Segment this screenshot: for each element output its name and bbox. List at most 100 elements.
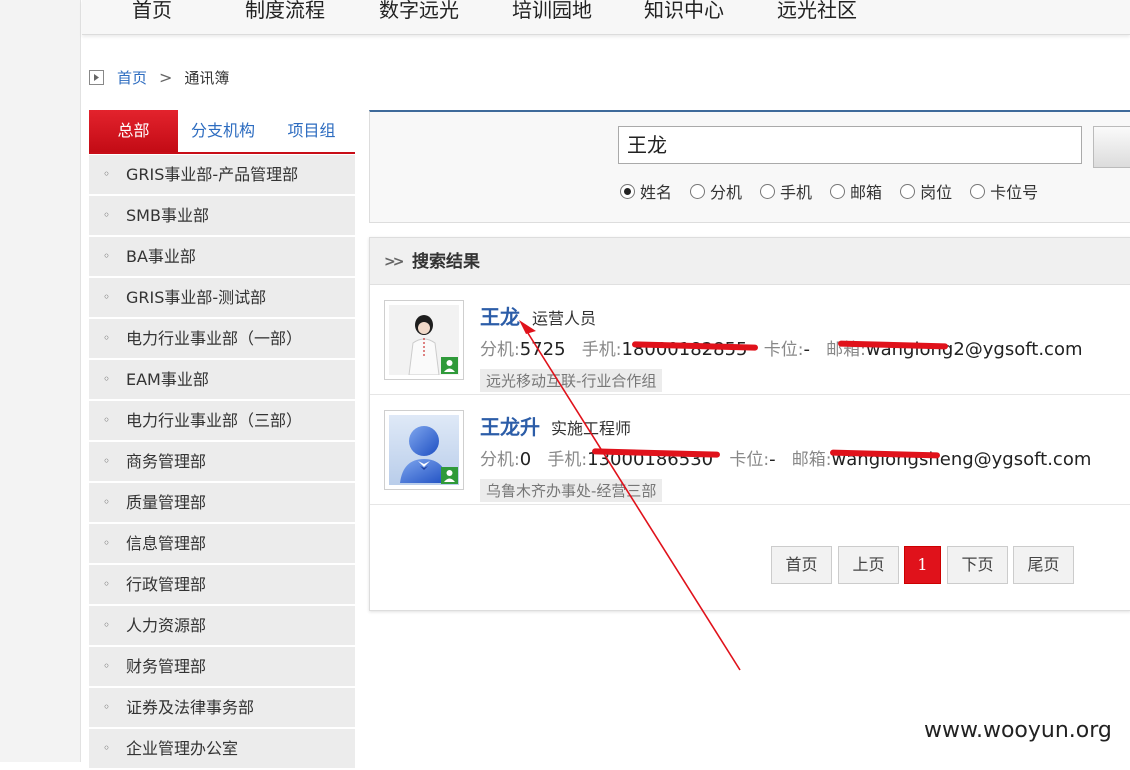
department-label: 证券及法律事务部 [126, 698, 255, 717]
breadcrumb: 首页 > 通讯簿 [89, 66, 229, 88]
double-chevron-icon: >> [384, 254, 405, 270]
bullet-icon: ◦ [103, 536, 111, 550]
ext-label: 分机: [480, 450, 520, 470]
result-row: 王龙 运营人员 分机:5725 手机:18000182855 卡位:- 邮箱:w… [370, 285, 1130, 395]
nav-item-home[interactable]: 首页 [132, 0, 172, 23]
pager-last-button[interactable]: 尾页 [1013, 546, 1074, 584]
department-label: 人力资源部 [126, 616, 207, 635]
person-role: 实施工程师 [551, 419, 632, 438]
department-label: 财务管理部 [126, 657, 207, 676]
radio-label: 邮箱 [850, 183, 883, 202]
department-label: 电力行业事业部（三部） [126, 411, 303, 430]
department-label: EAM事业部 [126, 370, 209, 389]
list-item[interactable]: ◦ 电力行业事业部（一部） [89, 319, 355, 360]
radio-label: 姓名 [640, 183, 673, 202]
radio-extension[interactable]: 分机 [690, 179, 742, 203]
person-contact: 分机:0 手机:13000186530 卡位:- 邮箱:wanglongshen… [480, 445, 1091, 470]
bullet-icon: ◦ [103, 290, 111, 304]
bullet-icon: ◦ [103, 577, 111, 591]
result-row: 王龙升 实施工程师 分机:0 手机:13000186530 卡位:- 邮箱:wa… [370, 395, 1130, 505]
person-role: 运营人员 [532, 309, 597, 328]
person-name-link[interactable]: 王龙升 [480, 411, 540, 440]
list-item[interactable]: ◦ SMB事业部 [89, 196, 355, 237]
search-button[interactable] [1093, 126, 1130, 168]
bullet-icon: ◦ [103, 413, 111, 427]
bullet-icon: ◦ [103, 208, 111, 222]
department-tabs: 总部 分支机构 项目组 [89, 110, 355, 154]
search-input[interactable]: 王龙 [618, 126, 1082, 164]
bullet-icon: ◦ [103, 659, 111, 673]
person-name-link[interactable]: 王龙 [480, 301, 520, 330]
list-item[interactable]: ◦ GRIS事业部-产品管理部 [89, 155, 355, 196]
watermark: www.wooyun.org [924, 718, 1112, 743]
seat-value: - [769, 449, 776, 470]
radio-seat[interactable]: 卡位号 [970, 179, 1038, 203]
radio-icon [970, 183, 986, 199]
radio-mobile[interactable]: 手机 [760, 179, 812, 203]
department-label: BA事业部 [126, 247, 196, 266]
breadcrumb-current: 通讯簿 [184, 68, 230, 87]
ext-label: 分机: [480, 340, 520, 360]
radio-label: 分机 [710, 183, 743, 202]
tab-headquarters[interactable]: 总部 [89, 110, 178, 152]
list-item[interactable]: ◦ 质量管理部 [89, 483, 355, 524]
search-field-options: 姓名 分机 手机 邮箱 岗位 卡位号 [620, 179, 1056, 203]
list-item[interactable]: ◦ 信息管理部 [89, 524, 355, 565]
seat-value: - [803, 339, 810, 360]
list-item[interactable]: ◦ 商务管理部 [89, 442, 355, 483]
list-item[interactable]: ◦ 财务管理部 [89, 647, 355, 688]
person-org-tag: 远光移动互联-行业合作组 [480, 369, 663, 392]
list-item[interactable]: ◦ 电力行业事业部（三部） [89, 401, 355, 442]
nav-item-community[interactable]: 远光社区 [777, 0, 857, 23]
department-label: 电力行业事业部（一部） [126, 329, 303, 348]
list-item[interactable]: ◦ 证券及法律事务部 [89, 688, 355, 729]
breadcrumb-home-link[interactable]: 首页 [117, 67, 147, 88]
radio-checked-icon [620, 183, 635, 199]
list-item[interactable]: ◦ 行政管理部 [89, 565, 355, 606]
department-label: GRIS事业部-产品管理部 [126, 165, 299, 184]
play-icon [89, 69, 104, 85]
radio-icon [690, 183, 706, 199]
results-title: 搜索结果 [412, 252, 480, 272]
department-label: SMB事业部 [126, 206, 209, 225]
list-item[interactable]: ◦ EAM事业部 [89, 360, 355, 401]
pager-next-button[interactable]: 下页 [947, 546, 1008, 584]
nav-item-digital[interactable]: 数字远光 [379, 0, 459, 23]
list-item[interactable]: ◦ 人力资源部 [89, 606, 355, 647]
radio-position[interactable]: 岗位 [900, 179, 952, 203]
list-item[interactable]: ◦ BA事业部 [89, 237, 355, 278]
female-photo-icon[interactable] [384, 300, 464, 380]
radio-icon [830, 183, 846, 199]
bullet-icon: ◦ [103, 249, 111, 263]
radio-label: 手机 [780, 183, 813, 202]
nav-item-training[interactable]: 培训园地 [512, 0, 592, 23]
ext-value: 5725 [519, 339, 566, 360]
pager-prev-button[interactable]: 上页 [838, 546, 899, 584]
bullet-icon: ◦ [103, 700, 111, 714]
bullet-icon: ◦ [103, 331, 111, 345]
department-label: 质量管理部 [126, 493, 207, 512]
default-user-icon[interactable] [384, 410, 464, 490]
pager-current-page[interactable]: 1 [904, 546, 941, 584]
mobile-label: 手机: [547, 450, 588, 470]
person-org-tag: 乌鲁木齐办事处-经营三部 [480, 479, 663, 502]
radio-icon [900, 183, 916, 199]
radio-icon [760, 183, 776, 199]
department-label: 信息管理部 [126, 534, 207, 553]
email-label: 邮箱: [791, 450, 832, 470]
radio-email[interactable]: 邮箱 [830, 179, 882, 203]
tab-project-groups[interactable]: 项目组 [268, 110, 355, 152]
breadcrumb-separator: > [159, 67, 173, 87]
pager-first-button[interactable]: 首页 [771, 546, 832, 584]
bullet-icon: ◦ [103, 741, 111, 755]
department-label: 行政管理部 [126, 575, 207, 594]
tab-branches[interactable]: 分支机构 [178, 110, 268, 152]
list-item[interactable]: ◦ GRIS事业部-测试部 [89, 278, 355, 319]
bullet-icon: ◦ [103, 618, 111, 632]
list-item[interactable]: ◦ 企业管理办公室 [89, 729, 355, 770]
nav-item-policy[interactable]: 制度流程 [245, 0, 325, 23]
top-nav: 首页 制度流程 数字远光 培训园地 知识中心 远光社区 [82, 0, 1130, 35]
radio-name[interactable]: 姓名 [620, 179, 672, 203]
nav-item-knowledge[interactable]: 知识中心 [644, 0, 724, 23]
department-label: 商务管理部 [126, 452, 207, 471]
